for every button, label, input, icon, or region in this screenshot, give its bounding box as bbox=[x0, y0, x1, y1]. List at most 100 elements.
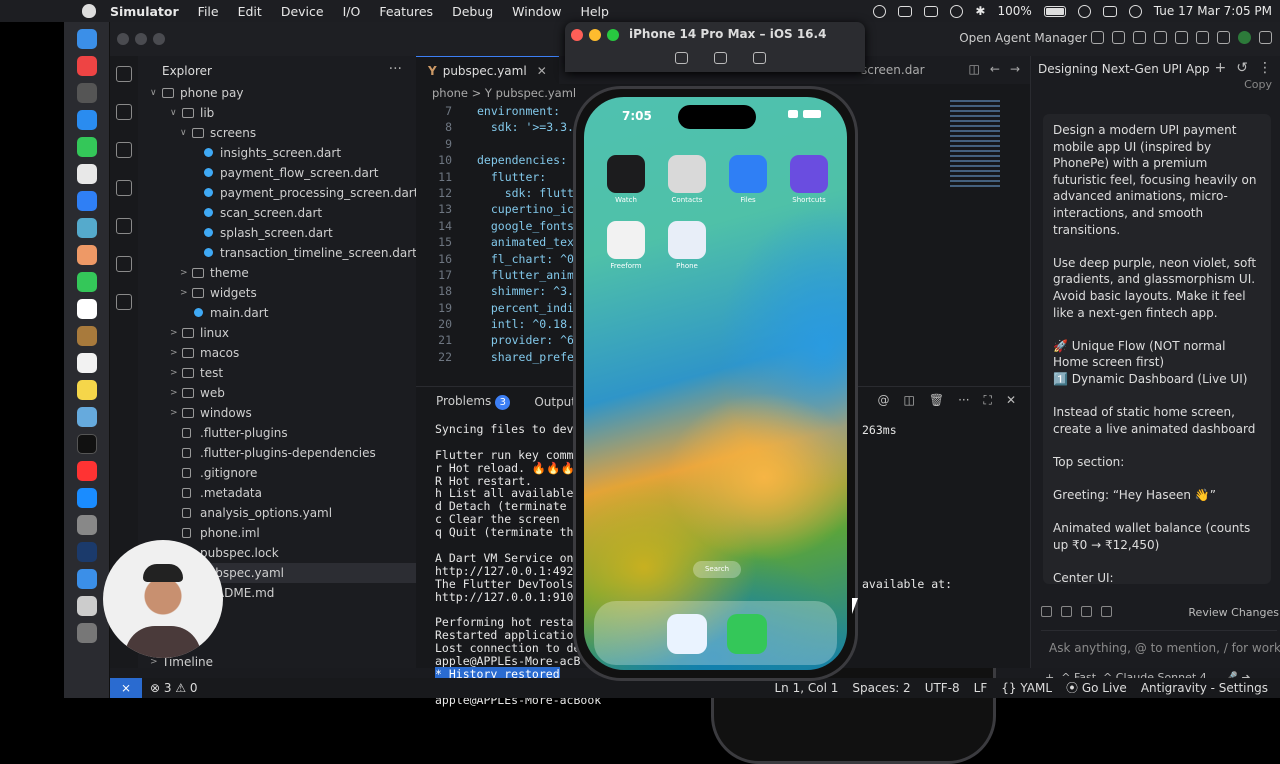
notes-icon[interactable] bbox=[76, 380, 97, 400]
tab-screen[interactable]: screen.dar bbox=[861, 56, 925, 84]
calendar-icon[interactable] bbox=[76, 299, 97, 319]
bluetooth-icon[interactable]: ✱ bbox=[975, 4, 985, 18]
chevron-icon[interactable]: ∨ bbox=[180, 123, 187, 143]
mail-icon[interactable] bbox=[76, 191, 97, 211]
app-watch[interactable]: Watch bbox=[606, 155, 646, 204]
simulator-icon[interactable] bbox=[76, 596, 97, 616]
chevron-icon[interactable]: > bbox=[170, 363, 178, 383]
battery-icon[interactable] bbox=[1043, 5, 1066, 17]
photos-icon[interactable] bbox=[76, 245, 97, 265]
more-icon[interactable]: ··· bbox=[958, 393, 969, 408]
home-icon[interactable] bbox=[675, 52, 688, 64]
sidebar-toggle-icon[interactable] bbox=[1112, 31, 1125, 44]
chevron-icon[interactable]: > bbox=[170, 403, 178, 423]
play-icon[interactable] bbox=[950, 4, 964, 18]
tree-file[interactable]: .metadata bbox=[138, 483, 416, 503]
copy-button[interactable]: Copy bbox=[1244, 78, 1272, 91]
more-actions-icon[interactable]: ··· bbox=[389, 61, 402, 77]
split-editor-icon[interactable]: ◫ bbox=[969, 62, 980, 76]
tree-folder[interactable]: > windows bbox=[138, 403, 416, 423]
go-live-button[interactable]: ⦿ Go Live bbox=[1066, 678, 1127, 698]
finder-icon[interactable] bbox=[76, 29, 97, 49]
tree-file[interactable]: .gitignore bbox=[138, 463, 416, 483]
chevron-icon[interactable]: > bbox=[170, 383, 178, 403]
search-icon[interactable] bbox=[116, 104, 132, 120]
minimize-window-button[interactable] bbox=[135, 33, 147, 45]
file-icon[interactable] bbox=[1041, 606, 1052, 617]
trash-icon[interactable] bbox=[76, 623, 97, 643]
help-icon[interactable] bbox=[76, 83, 97, 103]
maps-icon[interactable] bbox=[76, 218, 97, 238]
messages-icon[interactable] bbox=[76, 137, 97, 157]
menu-features[interactable]: Features bbox=[379, 4, 433, 19]
open-agent-manager-button[interactable]: Open Agent Manager bbox=[959, 31, 1087, 45]
tv-icon[interactable] bbox=[76, 434, 97, 454]
messages-icon[interactable] bbox=[727, 614, 767, 654]
tab-output[interactable]: Output bbox=[534, 395, 576, 409]
minimize-window-button[interactable] bbox=[589, 29, 601, 41]
close-window-button[interactable] bbox=[571, 29, 583, 41]
reminders-icon[interactable] bbox=[76, 353, 97, 373]
tab-pubspec[interactable]: Ypubspec.yaml ✕ bbox=[416, 56, 559, 84]
split-terminal-icon[interactable]: ◫ bbox=[904, 393, 915, 408]
history-icon[interactable]: ↺ bbox=[1236, 60, 1248, 76]
tree-file[interactable]: .flutter-plugins bbox=[138, 423, 416, 443]
tree-folder[interactable]: > widgets bbox=[138, 283, 416, 303]
tree-file[interactable]: insights_screen.dart bbox=[138, 143, 416, 163]
panel-toggle-icon[interactable] bbox=[1133, 31, 1146, 44]
app-store-icon[interactable] bbox=[76, 488, 97, 508]
tree-folder[interactable]: > macos bbox=[138, 343, 416, 363]
chevron-icon[interactable]: ∨ bbox=[170, 103, 177, 123]
chevron-icon[interactable]: > bbox=[180, 283, 188, 303]
app-shortcuts[interactable]: Shortcuts bbox=[789, 155, 829, 204]
tree-file[interactable]: .flutter-plugins-dependencies bbox=[138, 443, 416, 463]
menu-window[interactable]: Window bbox=[512, 4, 561, 19]
contacts-icon[interactable] bbox=[76, 326, 97, 346]
tree-file[interactable]: payment_flow_screen.dart bbox=[138, 163, 416, 183]
problems-status[interactable]: ⊗ 3 ⚠ 0 bbox=[150, 678, 198, 698]
tree-file[interactable]: splash_screen.dart bbox=[138, 223, 416, 243]
display-icon[interactable] bbox=[898, 5, 913, 17]
tree-file[interactable]: transaction_timeline_screen.dart bbox=[138, 243, 417, 263]
safari-icon[interactable] bbox=[76, 110, 97, 130]
siri-icon[interactable] bbox=[1128, 4, 1142, 18]
zoom-window-button[interactable] bbox=[607, 29, 619, 41]
music-icon[interactable] bbox=[76, 461, 97, 481]
source-control-icon[interactable] bbox=[116, 142, 132, 158]
chevron-icon[interactable]: > bbox=[170, 343, 178, 363]
tree-folder[interactable]: ∨ phone pay bbox=[138, 83, 416, 103]
menu-edit[interactable]: Edit bbox=[238, 4, 262, 19]
chevron-right-icon[interactable] bbox=[1259, 31, 1272, 44]
screenshot-icon[interactable] bbox=[714, 52, 727, 64]
menu-io[interactable]: I/O bbox=[343, 4, 361, 19]
account-avatar[interactable] bbox=[1238, 31, 1251, 44]
close-panel-icon[interactable]: ✕ bbox=[1006, 393, 1016, 408]
menu-device[interactable]: Device bbox=[281, 4, 324, 19]
tree-file[interactable]: main.dart bbox=[138, 303, 416, 323]
zoom-window-button[interactable] bbox=[153, 33, 165, 45]
indentation[interactable]: Spaces: 2 bbox=[852, 678, 910, 698]
trash-icon[interactable]: 🗑 bbox=[929, 393, 944, 408]
control-center-icon[interactable] bbox=[1102, 5, 1117, 17]
chevron-icon[interactable]: > bbox=[170, 323, 178, 343]
chrome-icon[interactable] bbox=[76, 164, 97, 184]
tree-file[interactable]: analysis_options.yaml bbox=[138, 503, 416, 523]
settings-status[interactable]: Antigravity - Settings bbox=[1141, 678, 1268, 698]
menu-app-name[interactable]: Simulator bbox=[110, 4, 179, 19]
screen-mirror-icon[interactable] bbox=[924, 5, 939, 17]
search-icon[interactable] bbox=[1175, 31, 1188, 44]
app-files[interactable]: Files bbox=[728, 155, 768, 204]
back-icon[interactable]: ← bbox=[990, 62, 1000, 76]
run-debug-icon[interactable] bbox=[116, 180, 132, 196]
close-tab-icon[interactable]: ✕ bbox=[537, 64, 547, 78]
menu-debug[interactable]: Debug bbox=[452, 4, 493, 19]
tree-folder[interactable]: > linux bbox=[138, 323, 416, 343]
clock[interactable]: Tue 17 Mar 7:05 PM bbox=[1154, 4, 1272, 18]
image-icon[interactable] bbox=[1061, 606, 1072, 617]
facetime-icon[interactable] bbox=[76, 272, 97, 292]
language-mode[interactable]: {} YAML bbox=[1001, 678, 1052, 698]
antigravity-icon[interactable] bbox=[76, 542, 97, 562]
extensions-icon[interactable] bbox=[1196, 31, 1209, 44]
close-window-button[interactable] bbox=[117, 33, 129, 45]
tree-folder[interactable]: ∨ screens bbox=[138, 123, 416, 143]
